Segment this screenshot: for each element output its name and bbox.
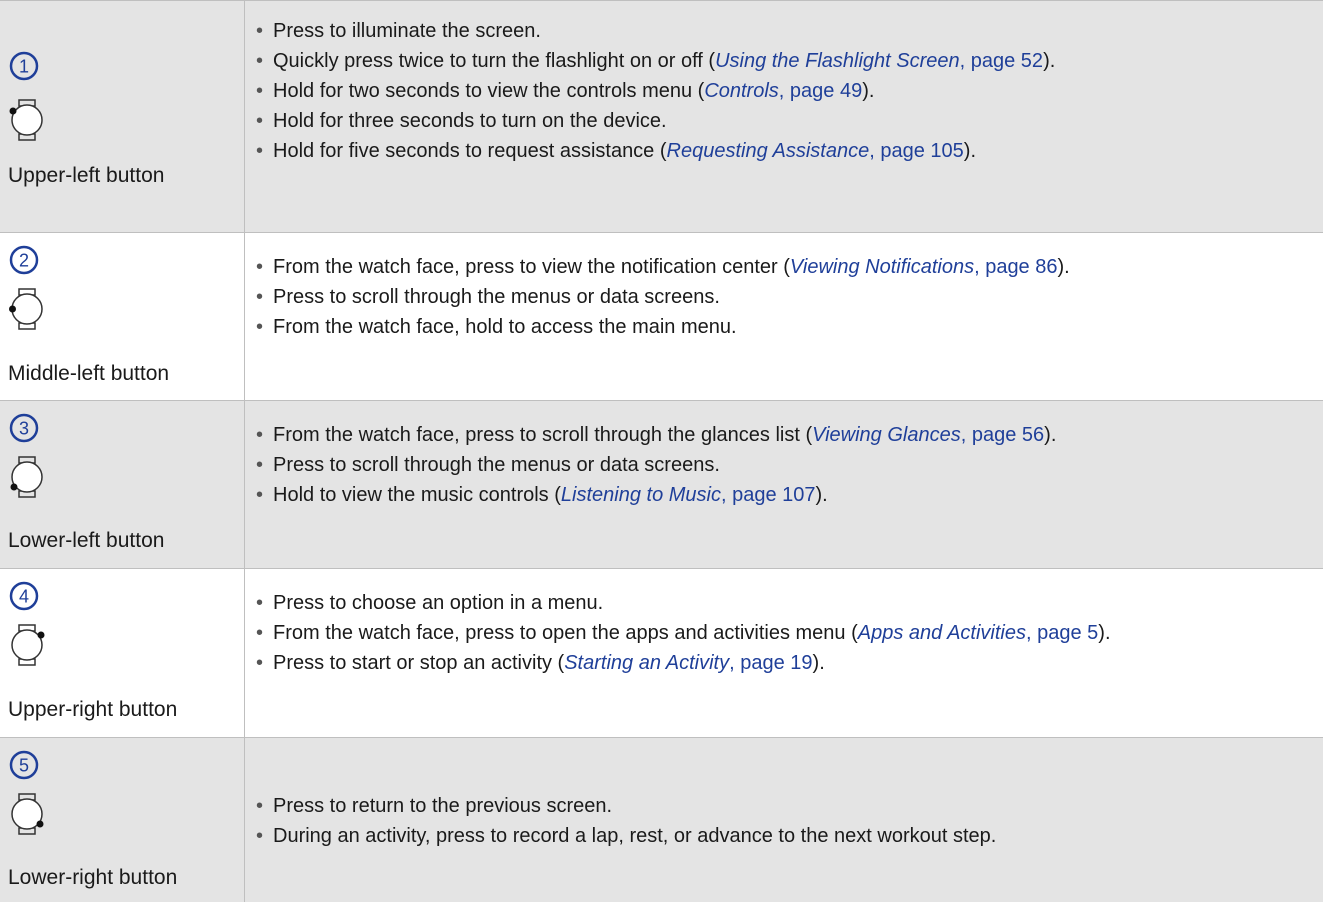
button-label: Lower-left button	[8, 529, 165, 552]
watch-lower-right-button-icon	[11, 793, 44, 835]
bullet-list: Press to return to the previous screen. …	[253, 792, 1313, 852]
list-item: From the watch face, press to open the a…	[253, 619, 1313, 647]
page-reference-link[interactable]: Controls, page 49	[704, 80, 862, 102]
button-cell: 1 Upper-left button	[0, 1, 245, 232]
list-item: Press to choose an option in a menu.	[253, 589, 1313, 617]
svg-text:1: 1	[19, 57, 29, 77]
list-item: Press to scroll through the menus or dat…	[253, 451, 1313, 479]
watch-lower-left-button-icon	[10, 456, 43, 498]
button-cell: 2 Middle-left button	[0, 233, 245, 400]
page-reference-link[interactable]: Listening to Music, page 107	[561, 484, 816, 506]
number-3-icon: 3	[9, 413, 39, 443]
button-label: Upper-right button	[8, 698, 178, 721]
svg-text:2: 2	[19, 251, 29, 271]
page-reference-link[interactable]: Requesting Assistance, page 105	[667, 140, 964, 162]
list-item: From the watch face, press to scroll thr…	[253, 421, 1313, 449]
description-cell: Press to choose an option in a menu. Fro…	[245, 569, 1323, 737]
page-reference-link[interactable]: Apps and Activities, page 5	[858, 622, 1099, 644]
bullet-list: Press to illuminate the screen. Quickly …	[253, 17, 1313, 167]
table-row: 3 Lower-left button From the watch face,…	[0, 401, 1323, 569]
list-item: During an activity, press to record a la…	[253, 822, 1313, 850]
watch-middle-left-button-icon	[9, 288, 43, 330]
description-cell: Press to return to the previous screen. …	[245, 738, 1323, 902]
button-cell: 5 Lower-right button	[0, 738, 245, 902]
button-cell: 4 Upper-right button	[0, 569, 245, 737]
page-reference-link[interactable]: Viewing Notifications, page 86	[790, 256, 1058, 278]
page-reference-link[interactable]: Starting an Activity, page 19	[564, 652, 812, 674]
svg-text:4: 4	[19, 587, 29, 607]
button-label: Lower-right button	[8, 866, 178, 889]
number-5-icon: 5	[9, 750, 39, 780]
bullet-list: Press to choose an option in a menu. Fro…	[253, 589, 1313, 679]
list-item: Hold for three seconds to turn on the de…	[253, 107, 1313, 135]
table-row: 2 Middle-left button From the watch face…	[0, 233, 1323, 401]
list-item: Quickly press twice to turn the flashlig…	[253, 47, 1313, 75]
list-item: Press to illuminate the screen.	[253, 17, 1313, 45]
list-item: Hold to view the music controls (Listeni…	[253, 481, 1313, 509]
table-row: 4 Upper-right button Press to choose an …	[0, 569, 1323, 738]
list-item: From the watch face, press to view the n…	[253, 253, 1313, 281]
list-item: Hold for five seconds to request assista…	[253, 137, 1313, 165]
number-2-icon: 2	[9, 245, 39, 275]
description-cell: From the watch face, press to view the n…	[245, 233, 1323, 400]
list-item: Press to return to the previous screen.	[253, 792, 1313, 820]
table-row: 1 Upper-left button Press to illuminate …	[0, 0, 1323, 233]
button-label: Upper-left button	[8, 164, 165, 187]
list-item: Press to start or stop an activity (Star…	[253, 649, 1313, 677]
watch-upper-right-button-icon	[11, 624, 45, 666]
table-row: 5 Lower-right button Press to return to …	[0, 738, 1323, 902]
button-label: Middle-left button	[8, 362, 170, 385]
description-cell: Press to illuminate the screen. Quickly …	[245, 1, 1323, 232]
description-cell: From the watch face, press to scroll thr…	[245, 401, 1323, 568]
svg-text:5: 5	[19, 756, 29, 776]
list-item: Press to scroll through the menus or dat…	[253, 283, 1313, 311]
page-reference-link[interactable]: Using the Flashlight Screen, page 52	[715, 50, 1043, 72]
page-reference-link[interactable]: Viewing Glances, page 56	[812, 424, 1044, 446]
svg-text:3: 3	[19, 419, 29, 439]
watch-upper-left-button-icon	[9, 99, 43, 141]
list-item: From the watch face, hold to access the …	[253, 313, 1313, 341]
list-item: Hold for two seconds to view the control…	[253, 77, 1313, 105]
bullet-list: From the watch face, press to scroll thr…	[253, 421, 1313, 511]
number-1-icon: 1	[9, 51, 39, 81]
bullet-list: From the watch face, press to view the n…	[253, 253, 1313, 343]
button-cell: 3 Lower-left button	[0, 401, 245, 568]
number-4-icon: 4	[9, 581, 39, 611]
